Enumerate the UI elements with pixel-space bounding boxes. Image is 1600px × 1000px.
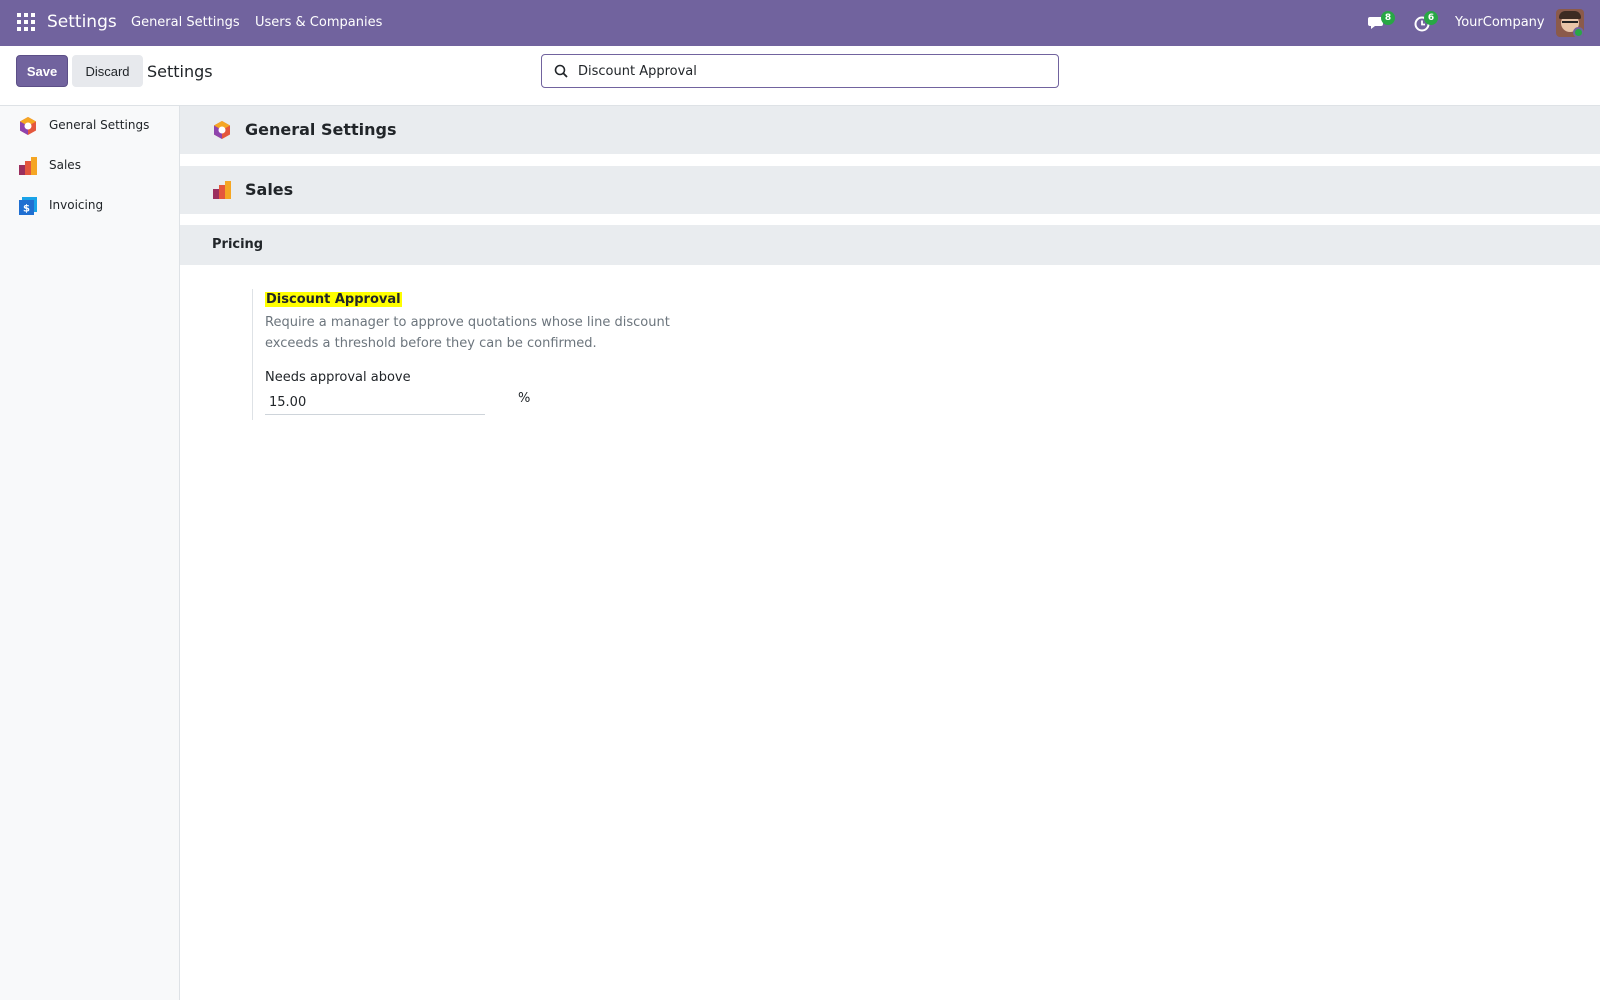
top-navbar: Settings General Settings Users & Compan… — [0, 0, 1600, 46]
search-input[interactable] — [578, 55, 1048, 87]
save-button[interactable]: Save — [16, 55, 68, 87]
approval-threshold-label: Needs approval above — [265, 370, 411, 385]
setting-discount-approval: Discount Approval Require a manager to a… — [252, 289, 712, 420]
sidebar-item-label: Invoicing — [49, 198, 104, 212]
app-header-sales: Sales — [180, 166, 1600, 214]
approval-threshold-input[interactable] — [265, 390, 485, 415]
percent-unit: % — [518, 391, 531, 406]
sales-icon — [213, 181, 231, 199]
sidebar-item-label: Sales — [49, 158, 81, 172]
sidebar-item-sales[interactable]: Sales — [0, 146, 179, 186]
discard-button[interactable]: Discard — [72, 55, 143, 87]
sidebar-item-label: General Settings — [49, 118, 150, 132]
general-settings-icon — [20, 117, 36, 135]
control-panel: Save Discard Settings — [0, 46, 1600, 106]
section-header-pricing: Pricing — [180, 225, 1600, 265]
search-icon — [554, 64, 568, 78]
activities-badge: 6 — [1424, 11, 1438, 25]
general-settings-icon — [214, 121, 230, 139]
online-status-icon — [1573, 27, 1584, 38]
app-header-general-settings: General Settings — [180, 106, 1600, 154]
messages-badge: 8 — [1381, 11, 1395, 25]
nav-users-companies[interactable]: Users & Companies — [255, 15, 382, 30]
setting-title: Discount Approval — [265, 292, 402, 307]
app-brand[interactable]: Settings — [47, 12, 117, 32]
invoicing-icon: $ — [19, 197, 37, 215]
setting-description: Require a manager to approve quotations … — [265, 315, 670, 351]
section-title: Pricing — [212, 237, 264, 252]
app-menu-grid-icon[interactable] — [17, 13, 35, 31]
app-title: General Settings — [245, 120, 397, 139]
sales-icon — [19, 157, 37, 175]
search-bar[interactable] — [541, 54, 1059, 88]
nav-general-settings[interactable]: General Settings — [131, 15, 240, 30]
settings-sidebar: General Settings Sales $ Invoicing — [0, 106, 180, 1000]
sidebar-item-general-settings[interactable]: General Settings — [0, 106, 179, 146]
app-title: Sales — [245, 180, 294, 199]
company-switcher[interactable]: YourCompany — [1455, 15, 1545, 30]
svg-text:$: $ — [23, 204, 30, 215]
breadcrumb-title: Settings — [147, 62, 213, 81]
sidebar-item-invoicing[interactable]: $ Invoicing — [0, 186, 179, 226]
